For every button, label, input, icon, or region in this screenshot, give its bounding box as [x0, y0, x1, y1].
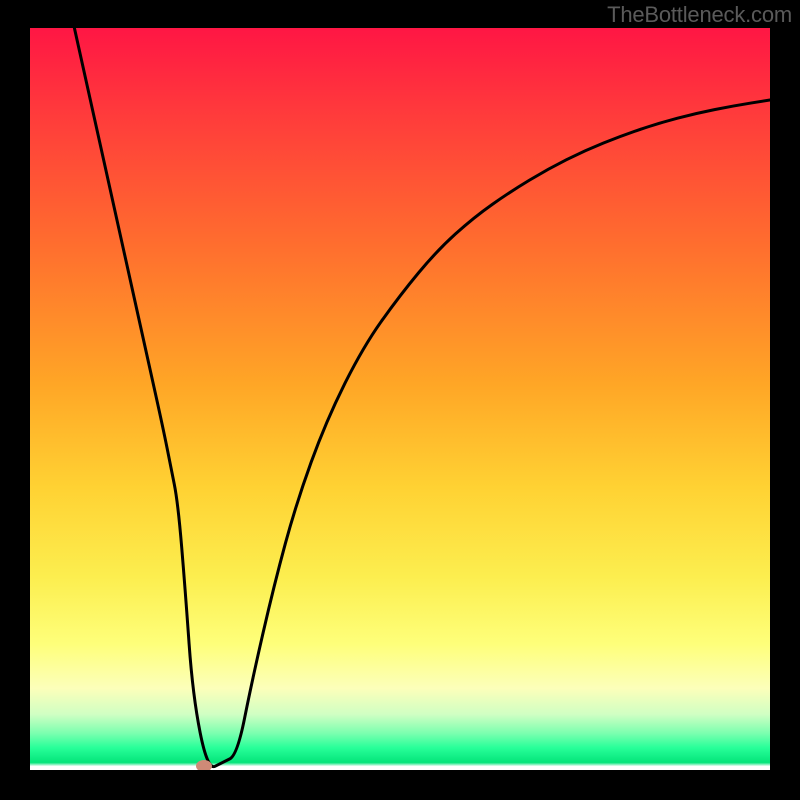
watermark-text: TheBottleneck.com [607, 2, 792, 28]
bottleneck-curve-path [74, 28, 770, 767]
ideal-point-marker [196, 760, 212, 770]
curve-svg [30, 28, 770, 770]
plot-area [30, 28, 770, 770]
chart-frame: TheBottleneck.com [0, 0, 800, 800]
